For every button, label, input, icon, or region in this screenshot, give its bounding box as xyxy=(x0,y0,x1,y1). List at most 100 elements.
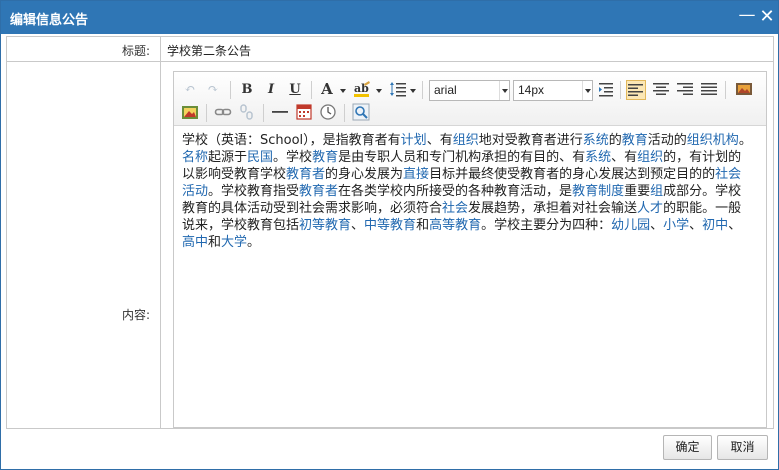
content-link[interactable]: 组 xyxy=(650,184,663,199)
content-link[interactable]: 组织机构 xyxy=(687,133,739,148)
bold-icon[interactable]: B xyxy=(237,80,257,100)
line-height-caret[interactable] xyxy=(410,89,416,93)
horizontal-rule-icon[interactable] xyxy=(270,103,290,123)
content-text: 、有 xyxy=(426,133,453,148)
insert-image-icon[interactable] xyxy=(180,103,200,123)
chevron-down-icon[interactable] xyxy=(499,81,509,100)
content-text: 、有 xyxy=(611,150,638,165)
content-link[interactable]: 名称 xyxy=(182,150,208,165)
content-label: 内容: xyxy=(121,308,150,322)
content-link[interactable]: 系统 xyxy=(585,150,611,165)
content-text: 。 xyxy=(247,235,261,250)
content-text: 。 xyxy=(738,133,752,148)
toolbar-separator xyxy=(620,81,621,99)
preview-icon[interactable] xyxy=(351,103,371,123)
close-icon[interactable]: ✕ xyxy=(757,7,777,27)
content-link[interactable]: 高中 xyxy=(182,235,208,250)
content-text: 活动的 xyxy=(647,133,687,148)
font-size-value: 14px xyxy=(518,83,545,97)
content-link[interactable]: 高等教育 xyxy=(429,218,481,233)
font-size-select[interactable]: 14px xyxy=(513,80,593,101)
content-text: 是由专职人员和专门机构承担的有目的、有 xyxy=(338,150,586,165)
highlight-caret[interactable] xyxy=(376,89,382,93)
content-text: 和 xyxy=(416,218,430,233)
content-link[interactable]: 幼儿园 xyxy=(611,218,650,233)
toolbar-separator xyxy=(263,104,264,122)
content-text: 的 xyxy=(608,133,622,148)
title-label-cell: 标题: xyxy=(7,37,161,61)
italic-icon[interactable]: I xyxy=(261,80,281,100)
line-height-icon[interactable] xyxy=(388,80,408,100)
toolbar-separator xyxy=(725,81,726,99)
content-link[interactable]: 中等教育 xyxy=(364,218,416,233)
content-link[interactable]: 教育 xyxy=(622,133,648,148)
chevron-down-icon[interactable] xyxy=(582,81,592,100)
content-link[interactable]: 初中 xyxy=(702,218,728,233)
content-link[interactable]: 民国 xyxy=(247,150,273,165)
content-link[interactable]: 计划 xyxy=(401,133,427,148)
content-row: 内容: ↶ ↷ B I U A ab arial 14px 学校（英语：Scho… xyxy=(7,62,773,428)
dialog-title: 编辑信息公告 xyxy=(10,13,89,28)
link-icon[interactable] xyxy=(213,103,233,123)
content-text: 。学校主要分为四种： xyxy=(481,218,612,233)
highlight-icon[interactable]: ab xyxy=(352,80,372,100)
font-color-caret[interactable] xyxy=(340,89,346,93)
content-link[interactable]: 初等教育 xyxy=(299,218,351,233)
editor-toolbar: ↶ ↷ B I U A ab arial 14px xyxy=(174,72,766,126)
content-text: 。学校教育指受 xyxy=(208,184,300,199)
content-text: 、 xyxy=(351,218,365,233)
font-family-select[interactable]: arial xyxy=(429,80,510,101)
content-text: 发展趋势，承担着对社会输送 xyxy=(468,201,638,216)
content-link[interactable]: 系统 xyxy=(583,133,609,148)
title-value[interactable]: 学校第二条公告 xyxy=(167,42,251,59)
content-text: 地对受教育者进行 xyxy=(478,133,583,148)
content-text: 在各类学校内所接受的各种教育活动，是 xyxy=(338,184,573,199)
ok-button[interactable]: 确定 xyxy=(663,435,712,460)
font-family-value: arial xyxy=(434,83,457,97)
content-link[interactable]: 大学 xyxy=(221,235,247,250)
toolbar-separator xyxy=(230,81,231,99)
content-text: 、 xyxy=(728,218,742,233)
minimize-icon[interactable]: — xyxy=(737,5,757,25)
content-link[interactable]: 直接 xyxy=(403,167,429,182)
content-link[interactable]: 社会 xyxy=(442,201,468,216)
unlink-icon[interactable] xyxy=(237,103,257,123)
redo-icon[interactable]: ↷ xyxy=(203,80,223,100)
content-link[interactable]: 人才 xyxy=(637,201,663,216)
font-color-icon[interactable]: A xyxy=(317,79,337,99)
notice-form: 标题: 学校第二条公告 内容: ↶ ↷ B I U A ab arial 14p… xyxy=(6,36,774,429)
underline-icon[interactable]: U xyxy=(285,80,305,100)
rich-text-editor: ↶ ↷ B I U A ab arial 14px 学校（英语：School），… xyxy=(173,71,767,428)
date-icon[interactable] xyxy=(294,103,314,123)
dialog-titlebar[interactable]: 编辑信息公告 — ✕ xyxy=(1,1,778,34)
editor-content[interactable]: 学校（英语：School），是指教育者有计划、有组织地对受教育者进行系统的教育活… xyxy=(182,132,754,251)
toolbar-separator xyxy=(311,81,312,99)
align-center-icon[interactable] xyxy=(651,80,671,100)
time-icon[interactable] xyxy=(318,103,338,123)
indent-icon[interactable] xyxy=(596,80,616,100)
content-text: 学校（英语：School），是指教育者有 xyxy=(182,133,401,148)
content-text: 和 xyxy=(208,235,222,250)
content-text: 。学校 xyxy=(273,150,313,165)
toolbar-separator xyxy=(422,81,423,99)
content-link[interactable]: 教育制度 xyxy=(572,184,624,199)
undo-icon[interactable]: ↶ xyxy=(180,80,200,100)
content-link[interactable]: 教育者 xyxy=(299,184,338,199)
content-text: 的身心发展为 xyxy=(325,167,404,182)
image-icon[interactable] xyxy=(734,80,754,100)
content-link[interactable]: 小学 xyxy=(663,218,689,233)
align-right-icon[interactable] xyxy=(675,80,695,100)
cancel-button[interactable]: 取消 xyxy=(717,435,768,460)
content-text: 目标并最终使受教育者的身心发展达到预定目的的 xyxy=(429,167,716,182)
content-link[interactable]: 教育 xyxy=(312,150,338,165)
content-label-cell: 内容: xyxy=(7,62,161,428)
align-left-icon[interactable] xyxy=(626,80,646,100)
content-text: 、 xyxy=(650,218,664,233)
edit-notice-dialog: 编辑信息公告 — ✕ 标题: 学校第二条公告 内容: ↶ ↷ B I U A a… xyxy=(0,0,779,470)
content-link[interactable]: 组织 xyxy=(453,133,479,148)
toolbar-separator xyxy=(206,104,207,122)
content-link[interactable]: 组织 xyxy=(637,150,663,165)
title-label: 标题: xyxy=(121,44,150,58)
content-link[interactable]: 教育者 xyxy=(286,167,325,182)
justify-icon[interactable] xyxy=(699,80,719,100)
